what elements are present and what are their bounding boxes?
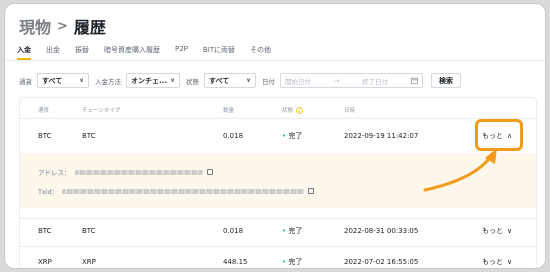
annotation-arrow-icon bbox=[423, 148, 497, 192]
app-window: 現物 > 履歴 入金 出金 振替 暗号資産購入履歴 P2P BITに両替 その他… bbox=[4, 3, 546, 269]
